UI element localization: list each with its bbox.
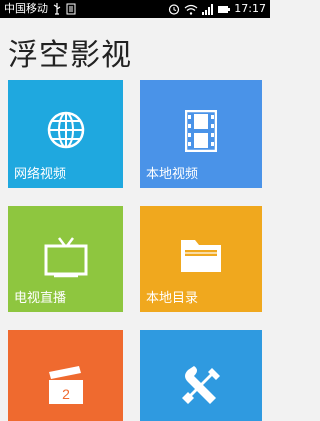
tile-label: 本地视频 bbox=[146, 167, 199, 182]
clock-time: 17:17 bbox=[234, 2, 266, 15]
download-notification-icon bbox=[66, 3, 76, 15]
status-bar: 中国移动 17:17 bbox=[0, 0, 270, 18]
tile-local-directory[interactable]: 本地目录 bbox=[140, 206, 262, 312]
tile-local-video[interactable]: 本地视频 bbox=[140, 80, 262, 188]
tile-tools[interactable] bbox=[140, 330, 262, 421]
folder-icon bbox=[140, 236, 262, 274]
tile-label: 网络视频 bbox=[14, 167, 67, 182]
svg-text:2: 2 bbox=[62, 386, 70, 402]
signal-icon bbox=[202, 3, 214, 15]
wifi-icon bbox=[184, 4, 198, 15]
battery-icon bbox=[218, 4, 231, 15]
clapperboard-icon: 2 bbox=[8, 366, 123, 406]
tools-icon bbox=[140, 366, 262, 408]
tile-label: 本地目录 bbox=[146, 291, 199, 306]
film-strip-icon bbox=[140, 110, 262, 152]
alarm-icon bbox=[168, 3, 180, 15]
tile-label: 电视直播 bbox=[14, 291, 67, 306]
tile-network-video[interactable]: 网络视频 bbox=[8, 80, 123, 188]
globe-icon bbox=[8, 110, 123, 150]
tile-tv-live[interactable]: 电视直播 bbox=[8, 206, 123, 312]
usb-icon bbox=[52, 3, 62, 15]
carrier-label: 中国移动 bbox=[4, 2, 48, 15]
tile-clapperboard[interactable]: 2 bbox=[8, 330, 123, 421]
tv-icon bbox=[8, 236, 123, 278]
app-title: 浮空影视 bbox=[8, 38, 132, 73]
